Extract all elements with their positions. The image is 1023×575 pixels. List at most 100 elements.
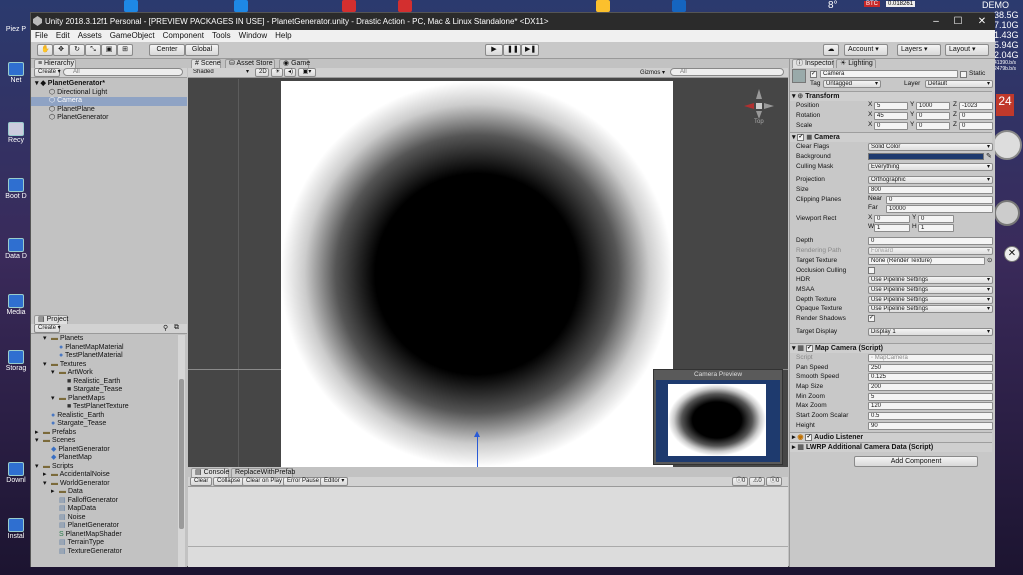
- console-collapse-button[interactable]: Collapse: [213, 477, 245, 486]
- clear-flags-dropdown[interactable]: Solid Color: [868, 143, 993, 151]
- expand-arrow-icon[interactable]: ▾: [51, 395, 59, 404]
- tab-game[interactable]: ◉ Game: [279, 59, 310, 68]
- transform-arrow[interactable]: [477, 434, 478, 467]
- gizmo-axis-neg-x[interactable]: [764, 103, 774, 109]
- expand-arrow-icon[interactable]: ▾: [35, 437, 43, 446]
- transform-header[interactable]: ▾ ⊕ Transform: [790, 91, 992, 101]
- desktop-icon[interactable]: Downl: [2, 462, 30, 484]
- camera-enabled-checkbox[interactable]: ✓: [797, 133, 805, 141]
- project-item[interactable]: ■ TestPlanetTexture: [31, 403, 177, 412]
- map-size-field[interactable]: 200: [868, 383, 993, 391]
- project-scroll-thumb[interactable]: [179, 379, 184, 529]
- tab-replace-with-prefab[interactable]: ReplaceWithPrefab: [231, 468, 295, 477]
- menu-gameobject[interactable]: GameObject: [106, 30, 159, 42]
- camera-component-header[interactable]: ▾ ✓ ◼ Camera: [790, 132, 992, 142]
- project-item[interactable]: ▸ ▬ Prefabs: [31, 429, 177, 438]
- background-color-swatch[interactable]: [868, 153, 984, 160]
- hierarchy-search-input[interactable]: All: [63, 68, 183, 76]
- pan-speed-field[interactable]: 250: [868, 364, 993, 372]
- project-item[interactable]: ▾ ▬ Scenes: [31, 437, 177, 446]
- maximize-button[interactable]: ☐: [947, 13, 969, 30]
- tab-asset-store[interactable]: ⛁ Asset Store: [225, 59, 275, 68]
- scene-root[interactable]: ▾ ◆ PlanetGenerator*: [31, 80, 187, 89]
- menu-assets[interactable]: Assets: [74, 30, 106, 42]
- scale-y-field[interactable]: 0: [916, 122, 950, 130]
- rotation-z-field[interactable]: 0: [959, 112, 993, 120]
- desktop-icon[interactable]: Recy: [2, 122, 30, 144]
- console-editor-dropdown[interactable]: Editor ▾: [320, 477, 349, 486]
- project-item[interactable]: ▤ TextureGenerator: [31, 548, 177, 557]
- rotation-y-field[interactable]: 0: [916, 112, 950, 120]
- project-item[interactable]: ▸ ▬ AccidentalNoise: [31, 471, 177, 480]
- lwrp-camera-data-header[interactable]: ▸ ▦ LWRP Additional Camera Data (Script): [790, 442, 992, 452]
- move-tool-icon[interactable]: ✥: [53, 44, 69, 56]
- project-item[interactable]: ● PlanetMapMaterial: [31, 344, 177, 353]
- transform-arrow-head-icon[interactable]: [474, 431, 480, 437]
- hdr-dropdown[interactable]: Use Pipeline Settings: [868, 276, 993, 284]
- gizmo-axis-y[interactable]: [756, 89, 762, 99]
- rect-tool-icon[interactable]: ▣: [101, 44, 117, 56]
- project-item[interactable]: ▾ ▬ WorldGenerator: [31, 480, 177, 489]
- desktop-icon[interactable]: Media: [2, 294, 30, 316]
- collapse-arrow-icon[interactable]: ▸: [51, 488, 59, 497]
- expand-arrow-icon[interactable]: ▾: [35, 463, 43, 472]
- rotation-x-field[interactable]: 45: [874, 112, 908, 120]
- hierarchy-create-dropdown[interactable]: Create ▾: [34, 68, 61, 77]
- add-component-button[interactable]: Add Component: [854, 456, 978, 467]
- project-item[interactable]: ▸ ▬ Data: [31, 488, 177, 497]
- collapse-arrow-icon[interactable]: ▸: [35, 429, 43, 438]
- culling-mask-dropdown[interactable]: Everything: [868, 163, 993, 171]
- tag-dropdown[interactable]: Untagged: [823, 80, 881, 88]
- scale-tool-icon[interactable]: ⤡: [85, 44, 101, 56]
- target-display-dropdown[interactable]: Display 1: [868, 328, 993, 336]
- target-texture-field[interactable]: None (Render Texture): [868, 257, 985, 265]
- project-item[interactable]: ■ Stargate_Tease: [31, 386, 177, 395]
- hand-tool-icon[interactable]: ✋: [37, 44, 53, 56]
- smooth-speed-field[interactable]: 0.125: [868, 373, 993, 381]
- project-item[interactable]: ▤ TerrainType: [31, 539, 177, 548]
- gizmos-dropdown[interactable]: Gizmos ▾: [640, 69, 665, 76]
- tab-hierarchy[interactable]: ≡ Hierarchy: [34, 59, 76, 68]
- expand-arrow-icon[interactable]: ▾: [51, 369, 59, 378]
- height-field[interactable]: 90: [868, 422, 993, 430]
- taskbar-pdf-icon[interactable]: [398, 0, 412, 12]
- console-warning-count[interactable]: ⚠0: [749, 477, 765, 486]
- viewport-w-field[interactable]: 1: [874, 224, 910, 232]
- project-item[interactable]: ▤ Noise: [31, 514, 177, 523]
- position-y-field[interactable]: 1000: [916, 102, 950, 110]
- shading-mode-dropdown[interactable]: Shaded: [191, 69, 251, 77]
- project-item[interactable]: ● Realistic_Earth: [31, 412, 177, 421]
- object-name-field[interactable]: Camera: [820, 70, 958, 78]
- menu-help[interactable]: Help: [271, 30, 295, 42]
- project-item[interactable]: ● TestPlanetMaterial: [31, 352, 177, 361]
- tab-inspector[interactable]: ⓘ Inspector: [792, 59, 834, 68]
- project-item[interactable]: ● Stargate_Tease: [31, 420, 177, 429]
- hierarchy-item[interactable]: ⬡ Directional Light: [31, 89, 187, 98]
- console-clear-on-play-button[interactable]: Clear on Play: [242, 477, 287, 486]
- tab-console[interactable]: ▤ Console: [191, 468, 229, 477]
- opaque-texture-dropdown[interactable]: Use Pipeline Settings: [868, 305, 993, 313]
- desktop-icon[interactable]: Net: [2, 62, 30, 84]
- expand-arrow-icon[interactable]: ▾: [43, 335, 51, 344]
- position-z-field[interactable]: -1023: [959, 102, 993, 110]
- render-shadows-checkbox[interactable]: ✓: [868, 315, 875, 322]
- minimize-button[interactable]: –: [925, 13, 947, 30]
- menu-component[interactable]: Component: [159, 30, 208, 42]
- expand-arrow-icon[interactable]: ▾: [43, 480, 51, 489]
- scene-search-input[interactable]: All: [670, 68, 784, 76]
- account-dropdown[interactable]: Account ▾: [844, 44, 888, 56]
- map-camera-header[interactable]: ▾ ▦ ✓ Map Camera (Script): [790, 343, 992, 353]
- taskbar-edge-icon[interactable]: [124, 0, 138, 12]
- start-zoom-scalar-field[interactable]: 0.5: [868, 412, 993, 420]
- audio-toggle-icon[interactable]: ◂): [284, 68, 296, 77]
- gizmo-axis-neg-y[interactable]: [756, 111, 762, 119]
- project-item[interactable]: ◆ PlanetGenerator: [31, 446, 177, 455]
- project-item[interactable]: ▾ ▬ Textures: [31, 361, 177, 370]
- project-item[interactable]: ▤ PlanetGenerator: [31, 522, 177, 531]
- desktop-icon[interactable]: Data D: [2, 238, 30, 260]
- msaa-dropdown[interactable]: Use Pipeline Settings: [868, 286, 993, 294]
- console-error-count[interactable]: ⓧ0: [766, 477, 782, 486]
- desktop-icon[interactable]: Storag: [2, 350, 30, 372]
- project-scrollbar[interactable]: [178, 335, 185, 567]
- near-field[interactable]: 0: [886, 196, 993, 204]
